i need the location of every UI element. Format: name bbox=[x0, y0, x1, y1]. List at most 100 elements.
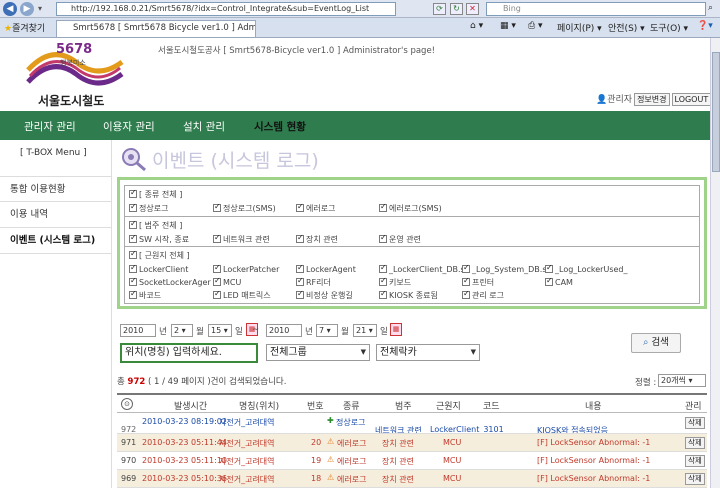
page-title: 이벤트 (시스템 로그) bbox=[152, 150, 319, 172]
menu-page[interactable]: 페이지(P) ▾ bbox=[557, 21, 602, 34]
table-row[interactable]: 970 2010-03-23 05:11:10 자전거_고려대역 19 ⚠ 에러… bbox=[117, 452, 707, 470]
filter-category-item[interactable]: 네트워크 관련 bbox=[213, 233, 270, 245]
logout-button[interactable]: LOGOUT bbox=[671, 93, 712, 106]
filter-type-item[interactable]: 에러로그 bbox=[296, 202, 335, 214]
page-scrollbar[interactable] bbox=[710, 38, 720, 488]
forward-icon[interactable]: ▶ bbox=[20, 2, 34, 16]
refresh-icon[interactable]: ↻ bbox=[450, 3, 463, 15]
th-num[interactable]: 번호 bbox=[307, 399, 324, 412]
filter-source-item[interactable]: SocketLockerAger bbox=[129, 276, 211, 288]
search-icon[interactable]: ⌕ bbox=[708, 3, 713, 13]
th-category[interactable]: 범주 bbox=[395, 399, 412, 412]
url-input[interactable]: http://192.168.0.21/Smrt5678/?idx=Contro… bbox=[56, 2, 396, 16]
browser-tab[interactable]: Smrt5678 [ Smrt5678 Bicycle ver1.0 ] Adm… bbox=[56, 20, 256, 37]
filter-category-item[interactable]: 장치 관련 bbox=[296, 233, 338, 245]
th-time[interactable]: 발생시간 bbox=[174, 399, 207, 412]
nav-install-manage[interactable]: 설치 관리 bbox=[183, 119, 225, 134]
filter-source-all[interactable]: [ 근원지 전체 ] bbox=[129, 249, 190, 261]
filter-type-all[interactable]: [ 종류 전체 ] bbox=[129, 188, 182, 200]
filter-source-item[interactable]: MCU bbox=[213, 276, 241, 288]
day-label: 일 bbox=[380, 327, 388, 337]
star-icon: ★ bbox=[4, 24, 13, 34]
sidebar-item-usage[interactable]: 통합 이용현황 bbox=[0, 176, 112, 202]
filter-source-item[interactable]: _LockerClient_DB.s bbox=[379, 263, 465, 275]
filter-source-item[interactable]: 바코드 bbox=[129, 289, 161, 301]
to-year-select[interactable]: 2010 bbox=[266, 324, 302, 337]
sidebar-item-events[interactable]: 이벤트 (시스템 로그) bbox=[0, 228, 112, 254]
main-nav: 관리자 관리 이용자 관리 설치 관리 시스템 현황 bbox=[0, 111, 720, 140]
filter-type-item[interactable]: 에러로그(SMS) bbox=[379, 202, 442, 214]
to-day-select[interactable]: 21 ▾ bbox=[353, 324, 377, 337]
sidebar-item-history[interactable]: 이용 내역 bbox=[0, 202, 112, 228]
th-code[interactable]: 코드 bbox=[483, 399, 500, 412]
back-icon[interactable]: ◀ bbox=[3, 2, 17, 16]
nav-system-status[interactable]: 시스템 현황 bbox=[254, 119, 306, 134]
location-search-input[interactable]: 위치(명칭) 입력하세요. bbox=[120, 343, 258, 363]
table-row[interactable]: 972 2010-03-23 08:19:02 자전거_고려대역 ✚ 정상로그 … bbox=[117, 414, 707, 434]
from-month-select[interactable]: 2 ▾ bbox=[171, 324, 193, 337]
feeds-icon[interactable]: ▦ ▾ bbox=[500, 21, 516, 31]
group-select[interactable]: 전체그룹 ▼ bbox=[266, 344, 370, 361]
filter-source-section: [ 근원지 전체 ] LockerClient LockerPatcher Lo… bbox=[124, 246, 700, 304]
th-source[interactable]: 근원지 bbox=[436, 399, 461, 412]
edit-info-button[interactable]: 정보변경 bbox=[634, 93, 670, 106]
year-label: 년 bbox=[159, 327, 167, 337]
table-row[interactable]: 971 2010-03-23 05:11:44 자전거_고려대역 20 ⚠ 에러… bbox=[117, 434, 707, 452]
calendar-icon[interactable]: ▦ bbox=[390, 323, 402, 336]
logo-text: 서울도시철도 bbox=[38, 94, 105, 108]
filter-category-item[interactable]: SW 시작, 종료 bbox=[129, 233, 189, 245]
filter-source-item[interactable]: 키보드 bbox=[379, 276, 411, 288]
filter-category-item[interactable]: 운영 관련 bbox=[379, 233, 421, 245]
sort-select[interactable]: 20개씩 ▾ bbox=[658, 374, 706, 387]
favorites-button[interactable]: ★즐겨찾기 bbox=[4, 21, 45, 34]
search-button[interactable]: ⌕ 검색 bbox=[631, 333, 681, 353]
scrollbar-thumb[interactable] bbox=[712, 52, 720, 172]
filter-source-item[interactable]: CAM bbox=[545, 276, 573, 288]
browser-address-bar: ◀ ▶ ▾ http://192.168.0.21/Smrt5678/?idx=… bbox=[0, 0, 720, 18]
filter-source-item[interactable]: LED 매트릭스 bbox=[213, 289, 271, 301]
table-row[interactable]: 969 2010-03-23 05:10:36 자전거_고려대역 18 ⚠ 에러… bbox=[117, 470, 707, 488]
sort-label: 정렬 : bbox=[635, 378, 657, 388]
from-year-select[interactable]: 2010 bbox=[120, 324, 156, 337]
menu-safety[interactable]: 안전(S) ▾ bbox=[608, 21, 645, 34]
filter-source-item[interactable]: _Log_System_DB.s bbox=[462, 263, 546, 275]
compat-view-icon[interactable]: ⟳ bbox=[433, 3, 446, 15]
filter-source-item[interactable]: _Log_LockerUsed_ bbox=[545, 263, 627, 275]
filter-source-item[interactable]: KIOSK 종료됨 bbox=[379, 289, 438, 301]
rack-select[interactable]: 전체락카 ▼ bbox=[376, 344, 480, 361]
filter-category-section: [ 범주 전체 ] SW 시작, 종료 네트워크 관련 장치 관련 운영 관련 bbox=[124, 216, 700, 247]
site-tagline: 서울도시철도공사 [ Smrt5678-Bicycle ver1.0 ] Adm… bbox=[158, 46, 436, 56]
delete-button[interactable]: 삭제 bbox=[685, 437, 705, 449]
filter-source-item[interactable]: 관리 로그 bbox=[462, 289, 504, 301]
ok-icon: ✚ bbox=[327, 416, 334, 425]
home-icon[interactable]: ⌂ ▾ bbox=[470, 21, 483, 31]
filter-source-item[interactable]: LockerAgent bbox=[296, 263, 356, 275]
filter-source-item[interactable]: RF리더 bbox=[296, 276, 331, 288]
delete-button[interactable]: 삭제 bbox=[685, 417, 705, 429]
to-month-select[interactable]: 7 ▾ bbox=[316, 324, 338, 337]
help-icon[interactable]: ❓▾ bbox=[697, 21, 713, 31]
th-content[interactable]: 내용 bbox=[585, 399, 602, 412]
filter-source-item[interactable]: 프린터 bbox=[462, 276, 494, 288]
stop-icon[interactable]: ✕ bbox=[466, 3, 479, 15]
company-logo[interactable]: 5678 행복미소 서울도시철도 bbox=[22, 42, 132, 110]
filter-type-item[interactable]: 정상로그 bbox=[129, 202, 168, 214]
filter-source-item[interactable]: LockerClient bbox=[129, 263, 188, 275]
th-name[interactable]: 명칭(위치) bbox=[239, 399, 279, 412]
select-all-icon[interactable]: ⊙ bbox=[121, 398, 133, 410]
delete-button[interactable]: 삭제 bbox=[685, 473, 705, 485]
filter-category-all[interactable]: [ 범주 전체 ] bbox=[129, 219, 182, 231]
nav-admin-manage[interactable]: 관리자 관리 bbox=[24, 119, 76, 134]
th-type[interactable]: 종류 bbox=[343, 399, 360, 412]
filter-source-item[interactable]: LockerPatcher bbox=[213, 263, 279, 275]
dropdown-icon[interactable]: ▾ bbox=[38, 4, 42, 13]
logo-number: 5678 bbox=[56, 42, 93, 57]
from-day-select[interactable]: 15 ▾ bbox=[208, 324, 232, 337]
search-input[interactable]: Bing bbox=[486, 2, 706, 16]
nav-user-manage[interactable]: 이용자 관리 bbox=[103, 119, 155, 134]
filter-source-item[interactable]: 비정상 운행길 bbox=[296, 289, 353, 301]
print-icon[interactable]: ⎙ ▾ bbox=[528, 21, 543, 31]
delete-button[interactable]: 삭제 bbox=[685, 455, 705, 467]
filter-type-item[interactable]: 정상로그(SMS) bbox=[213, 202, 276, 214]
menu-tools[interactable]: 도구(O) ▾ bbox=[650, 21, 688, 34]
